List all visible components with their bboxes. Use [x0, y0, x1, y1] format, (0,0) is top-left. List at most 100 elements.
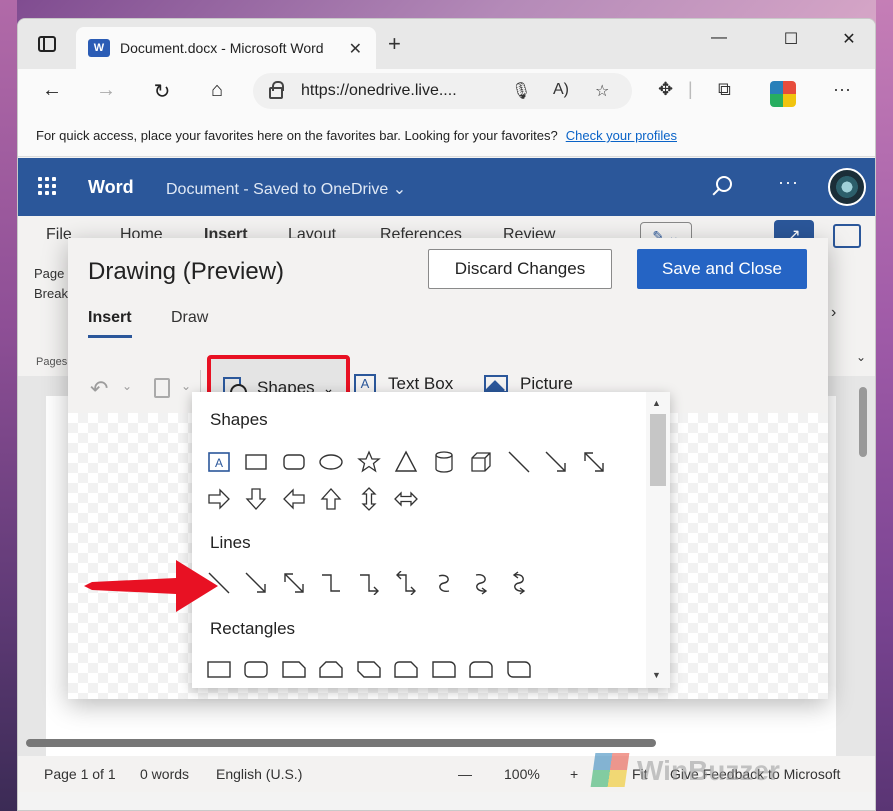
line-curved-arrow[interactable] [463, 568, 501, 598]
rect-snip-same-side[interactable] [313, 654, 351, 684]
settings-more-icon[interactable]: ··· [833, 79, 851, 100]
cylinder-icon [435, 451, 453, 473]
add-favorite-icon[interactable]: ☆ [595, 81, 609, 101]
word-brand[interactable]: Word [88, 177, 134, 198]
rounded-rectangle-icon [244, 661, 268, 678]
page-break-button[interactable]: Page Break [34, 264, 68, 304]
tab-actions-icon[interactable] [38, 36, 56, 52]
shape-arrow-down[interactable] [238, 484, 276, 514]
shape-line[interactable] [500, 447, 538, 477]
section-title-shapes: Shapes [210, 410, 268, 429]
rect-round-diagonal[interactable] [500, 654, 538, 684]
new-tab-button[interactable]: + [388, 31, 401, 57]
forward-arrow-icon[interactable]: → [92, 79, 120, 102]
more-options-icon[interactable]: ··· [778, 172, 799, 193]
language-indicator[interactable]: English (U.S.) [216, 766, 302, 782]
zoom-out-icon[interactable]: — [458, 766, 472, 782]
tab-close-icon[interactable]: ✕ [349, 39, 362, 59]
shape-cube[interactable] [463, 447, 501, 477]
minimize-button[interactable]: — [699, 29, 739, 47]
paste-caret-icon[interactable]: ⌄ [181, 379, 191, 393]
shape-double-arrow-line[interactable] [575, 447, 613, 477]
lock-icon[interactable] [269, 81, 284, 99]
browser-tab[interactable]: W Document.docx - Microsoft Word ✕ [76, 27, 376, 69]
picture-label: Picture [520, 374, 573, 393]
favorites-bar: For quick access, place your favorites h… [18, 115, 875, 157]
rect-snip-round[interactable] [388, 654, 426, 684]
vertical-scrollbar[interactable] [859, 387, 867, 457]
line-elbow-connector[interactable] [313, 568, 351, 598]
rect-snip-diagonal[interactable] [350, 654, 388, 684]
shape-arrow-line[interactable] [538, 447, 576, 477]
shape-text-box[interactable]: A [200, 447, 238, 477]
ribbon-group-label: Pages [36, 356, 68, 368]
annotation-arrow-icon [84, 560, 218, 612]
oval-icon [319, 454, 343, 470]
paste-icon[interactable] [154, 378, 170, 398]
refresh-icon[interactable]: ↻ [148, 79, 176, 104]
shape-star[interactable] [350, 447, 388, 477]
scroll-up-icon[interactable]: ▲ [652, 398, 661, 408]
snip-single-corner-icon [282, 661, 306, 678]
shape-rectangle[interactable] [238, 447, 276, 477]
read-aloud-icon[interactable]: A) [553, 81, 569, 99]
line-double-arrow[interactable] [275, 568, 313, 598]
shape-arrow-up[interactable] [313, 484, 351, 514]
back-arrow-icon[interactable]: ← [38, 79, 66, 102]
microphone-blocked-icon[interactable]: 🎙 [511, 81, 531, 101]
shape-arrow-up-down[interactable] [350, 484, 388, 514]
shape-arrow-right[interactable] [200, 484, 238, 514]
home-icon[interactable]: ⌂ [203, 79, 231, 102]
rect-snip-single[interactable] [275, 654, 313, 684]
toolbar-divider: | [688, 79, 693, 99]
rectangle-icon [245, 454, 267, 470]
app-launcher-icon[interactable] [38, 177, 56, 195]
extension-logo-icon[interactable] [770, 81, 796, 107]
arrow-right-icon [208, 488, 230, 510]
line-elbow-arrow[interactable] [350, 568, 388, 598]
url-text[interactable]: https://onedrive.live.... [301, 82, 457, 100]
word-count: 0 words [140, 766, 190, 782]
scroll-down-icon[interactable]: ▼ [652, 670, 661, 680]
ribbon-scroll-right-icon[interactable]: › [831, 304, 836, 322]
comment-icon[interactable] [833, 224, 861, 248]
shape-triangle[interactable] [388, 447, 426, 477]
search-icon[interactable] [716, 176, 732, 192]
lines-row [200, 568, 538, 598]
collections-icon[interactable]: ⧉ [718, 79, 731, 100]
shape-rounded-rectangle[interactable] [275, 447, 313, 477]
avatar[interactable] [828, 168, 866, 206]
shape-oval[interactable] [313, 447, 351, 477]
discard-changes-button[interactable]: Discard Changes [428, 249, 612, 289]
rect-round-single[interactable] [425, 654, 463, 684]
zoom-in-icon[interactable]: + [570, 766, 578, 782]
undo-icon[interactable]: ↶ [90, 376, 108, 402]
text-box-button[interactable]: A Text Box [354, 374, 453, 394]
line-elbow-double-arrow[interactable] [388, 568, 426, 598]
rect-rounded[interactable] [238, 654, 276, 684]
rect-plain[interactable] [200, 654, 238, 684]
close-window-button[interactable]: ✕ [829, 29, 869, 49]
dropdown-scroll-thumb[interactable] [650, 414, 666, 486]
rect-round-same-side[interactable] [463, 654, 501, 684]
ribbon-expand-icon[interactable]: ⌄ [856, 350, 866, 364]
check-profiles-link[interactable]: Check your profiles [566, 128, 677, 143]
tab-insert[interactable]: Insert [88, 309, 132, 338]
undo-caret-icon[interactable]: ⌄ [122, 379, 132, 393]
line-curved-connector[interactable] [425, 568, 463, 598]
shape-cylinder[interactable] [425, 447, 463, 477]
horizontal-scrollbar[interactable] [26, 739, 656, 747]
zoom-level[interactable]: 100% [504, 766, 540, 782]
elbow-arrow-icon [359, 574, 379, 595]
document-status[interactable]: Document - Saved to OneDrive ⌄ [166, 179, 406, 199]
picture-button[interactable]: Picture [484, 374, 573, 394]
save-and-close-button[interactable]: Save and Close [637, 249, 807, 289]
shape-arrow-left-right[interactable] [388, 484, 426, 514]
extensions-icon[interactable]: ✥ [658, 79, 673, 100]
line-curved-double-arrow[interactable] [500, 568, 538, 598]
shape-arrow-left[interactable] [275, 484, 313, 514]
line-arrow[interactable] [238, 568, 276, 598]
tab-draw[interactable]: Draw [171, 309, 208, 327]
maximize-button[interactable]: ☐ [771, 29, 811, 49]
address-bar[interactable]: https://onedrive.live.... 🎙 A) ☆ [253, 73, 632, 109]
